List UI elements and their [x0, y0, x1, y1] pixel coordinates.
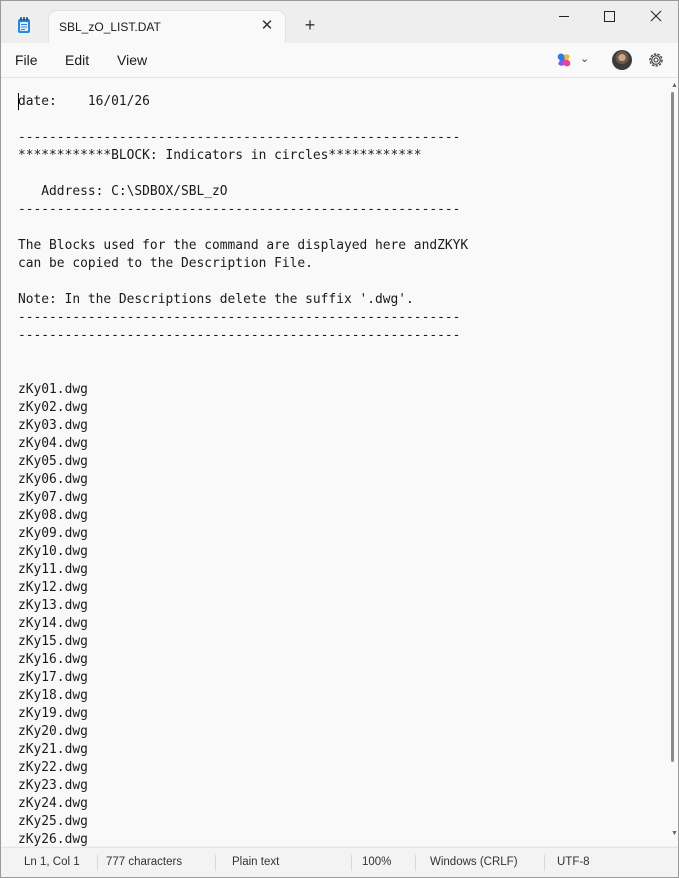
status-position: Ln 1, Col 1 — [24, 856, 80, 868]
editor-line: zKy26.dwg — [18, 832, 88, 846]
tab-title: SBL_zO_LIST.DAT — [59, 20, 161, 34]
copilot-icon[interactable] — [555, 51, 573, 69]
editor-line: zKy13.dwg — [18, 598, 88, 613]
status-file-type: Plain text — [232, 856, 280, 868]
menu-bar: File Edit View ⌄ — [1, 43, 678, 78]
editor-line: can be copied to the Description File. — [18, 256, 313, 271]
menu-edit[interactable]: Edit — [65, 52, 89, 68]
editor-line: zKy09.dwg — [18, 526, 88, 541]
new-tab-button[interactable]: + — [301, 16, 319, 34]
chevron-down-icon[interactable]: ⌄ — [580, 52, 589, 65]
editor-content[interactable]: date: 16/01/26 -------------------------… — [18, 93, 468, 846]
editor-line: zKy11.dwg — [18, 562, 88, 577]
editor-line: zKy04.dwg — [18, 436, 88, 451]
editor-line: Address: C:\SDBOX/SBL_zO — [18, 184, 228, 199]
text-editor[interactable]: date: 16/01/26 -------------------------… — [1, 78, 668, 846]
close-window-button[interactable] — [633, 1, 678, 33]
gear-icon[interactable] — [647, 51, 665, 69]
editor-line: ----------------------------------------… — [18, 130, 461, 145]
editor-line: date: 16/01/26 — [18, 94, 150, 109]
editor-line: zKy21.dwg — [18, 742, 88, 757]
editor-line: zKy03.dwg — [18, 418, 88, 433]
status-bar: Ln 1, Col 1 777 characters Plain text 10… — [1, 847, 678, 877]
editor-line: zKy17.dwg — [18, 670, 88, 685]
editor-line: zKy01.dwg — [18, 382, 88, 397]
tab-file[interactable]: SBL_zO_LIST.DAT ✕ — [49, 11, 285, 43]
status-divider — [215, 855, 216, 871]
menu-view[interactable]: View — [117, 52, 147, 68]
notepad-icon — [18, 17, 30, 33]
editor-line: zKy25.dwg — [18, 814, 88, 829]
maximize-button[interactable] — [587, 1, 633, 33]
editor-line: zKy24.dwg — [18, 796, 88, 811]
minimize-button[interactable] — [541, 1, 587, 33]
editor-line: ************BLOCK: Indicators in circles… — [18, 148, 422, 163]
editor-line: zKy05.dwg — [18, 454, 88, 469]
status-character-count: 777 characters — [106, 856, 183, 868]
status-divider — [544, 855, 545, 871]
close-icon — [650, 10, 662, 22]
vertical-scrollbar[interactable]: ▲ ▼ — [668, 78, 678, 846]
editor-line: zKy15.dwg — [18, 634, 88, 649]
editor-line: Note: In the Descriptions delete the suf… — [18, 292, 414, 307]
editor-line: zKy23.dwg — [18, 778, 88, 793]
editor-line: ----------------------------------------… — [18, 310, 461, 325]
editor-line: zKy16.dwg — [18, 652, 88, 667]
menu-file[interactable]: File — [15, 52, 38, 68]
scroll-up-icon[interactable]: ▲ — [671, 82, 678, 89]
status-divider — [351, 855, 352, 871]
status-line-ending[interactable]: Windows (CRLF) — [430, 856, 518, 868]
editor-line: zKy22.dwg — [18, 760, 88, 775]
editor-line: zKy07.dwg — [18, 490, 88, 505]
editor-line: zKy19.dwg — [18, 706, 88, 721]
notepad-window: SBL_zO_LIST.DAT ✕ + File Edit View ⌄ dat… — [0, 0, 679, 878]
editor-line: zKy14.dwg — [18, 616, 88, 631]
editor-line: zKy02.dwg — [18, 400, 88, 415]
editor-line: zKy06.dwg — [18, 472, 88, 487]
status-encoding[interactable]: UTF-8 — [557, 856, 590, 868]
status-divider — [415, 855, 416, 871]
avatar[interactable] — [612, 50, 632, 70]
editor-line: zKy20.dwg — [18, 724, 88, 739]
editor-line: zKy10.dwg — [18, 544, 88, 559]
text-caret — [18, 93, 19, 110]
editor-line: zKy12.dwg — [18, 580, 88, 595]
scroll-down-icon[interactable]: ▼ — [671, 830, 678, 837]
status-zoom[interactable]: 100% — [362, 856, 391, 868]
scroll-thumb[interactable] — [671, 92, 674, 762]
title-bar[interactable]: SBL_zO_LIST.DAT ✕ + — [1, 1, 678, 43]
close-tab-icon[interactable]: ✕ — [259, 18, 275, 34]
editor-line: zKy18.dwg — [18, 688, 88, 703]
editor-line: The Blocks used for the command are disp… — [18, 238, 469, 253]
minimize-icon — [559, 16, 569, 17]
status-divider — [97, 855, 98, 871]
editor-line: zKy08.dwg — [18, 508, 88, 523]
editor-line: ----------------------------------------… — [18, 202, 461, 217]
maximize-icon — [604, 11, 615, 22]
editor-line: ----------------------------------------… — [18, 328, 461, 343]
